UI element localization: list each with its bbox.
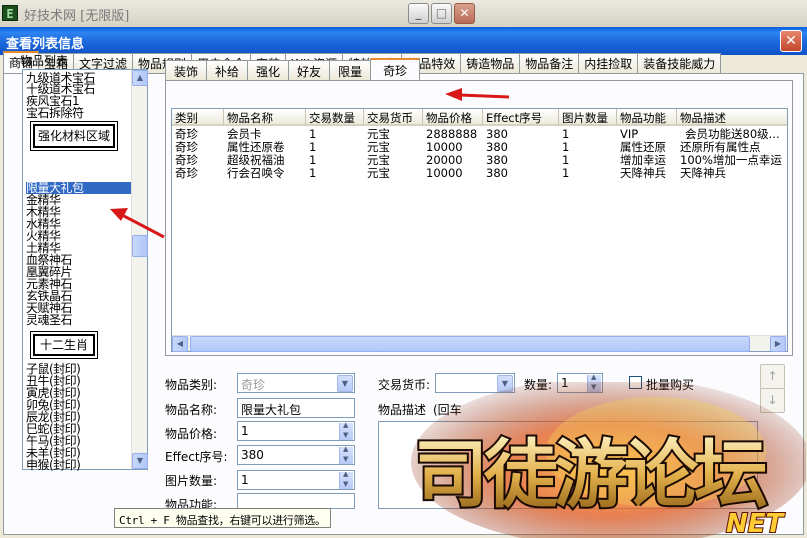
forum-watermark-logo: 司徒游论坛 NET: [411, 382, 806, 538]
arrow-icon: [445, 88, 510, 101]
arrow-icon: [110, 208, 165, 239]
watermark-url: NET: [726, 509, 786, 538]
watermark-title: 司徒游论坛: [414, 432, 767, 518]
